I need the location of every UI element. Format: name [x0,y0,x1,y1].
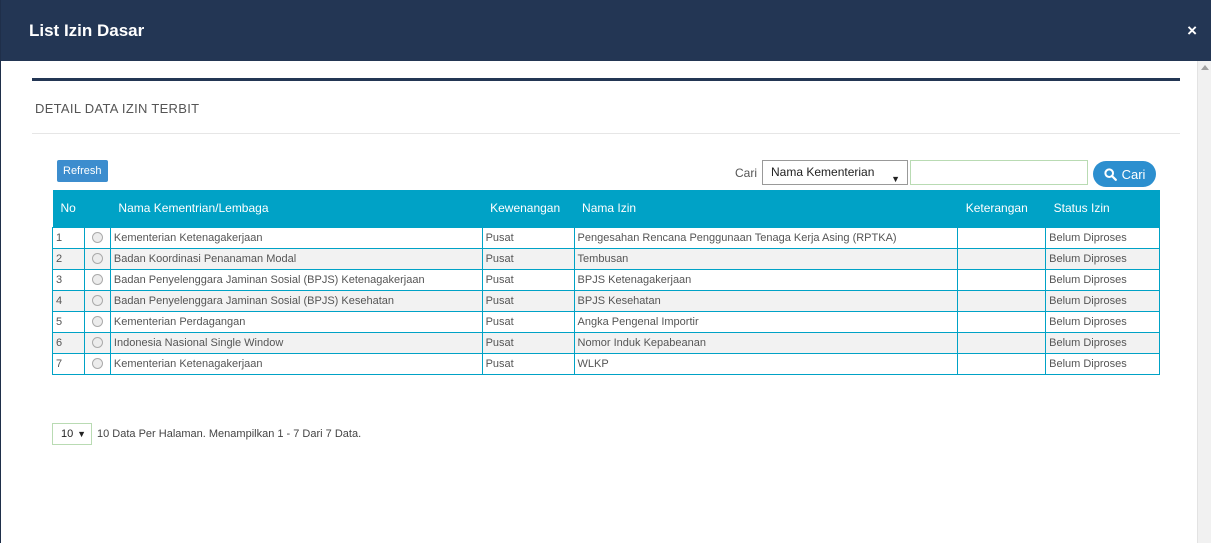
table-row[interactable]: 5 Kementerian Perdagangan Pusat Angka Penge… [52,310,1160,333]
row-authority: Pusat [481,352,575,375]
permit-table-container: No Nama Kementrian/Lembaga Kewenangan Na… [52,190,1160,375]
row-authority: Pusat [481,289,575,312]
row-select-radio[interactable] [83,226,111,249]
search-icon [1103,167,1117,181]
row-note [957,331,1047,354]
radio-button[interactable] [91,295,103,307]
row-status: Belum Diproses [1045,331,1160,354]
row-number: 1 [52,226,85,249]
row-status: Belum Diproses [1045,289,1160,312]
row-status: Belum Diproses [1045,352,1160,375]
row-select-radio[interactable] [83,247,111,270]
table-row[interactable]: 7 Kementerian Ketenagakerjaan Pusat WLKP Bel… [52,352,1160,375]
row-note [957,289,1047,312]
row-select-radio[interactable] [83,331,111,354]
row-select-radio[interactable] [83,268,111,291]
table-row[interactable]: 4 Badan Penyelenggara Jaminan Sosial (BPJ… [52,289,1160,312]
row-status: Belum Diproses [1045,226,1160,249]
radio-button[interactable] [91,358,103,370]
search-input[interactable] [910,160,1088,185]
column-header-agency[interactable]: Nama Kementrian/Lembaga [110,190,483,227]
row-permit-name: BPJS Ketenagakerjaan [573,268,959,291]
search-label: Cari [735,166,758,180]
row-agency-name: Kementerian Perdagangan [109,310,483,333]
row-agency-name: Badan Penyelenggara Jaminan Sosial (BPJS… [109,268,483,291]
search-field-select[interactable]: Nama Kementerian ▼ [762,160,908,185]
radio-button[interactable] [91,232,103,244]
row-agency-name: Badan Koordinasi Penanaman Modal [109,247,483,270]
radio-button[interactable] [91,316,103,328]
row-permit-name: Tembusan [573,247,959,270]
row-agency-name: Indonesia Nasional Single Window [109,331,483,354]
table-row[interactable]: 2 Badan Koordinasi Penanaman Modal Pusat Te… [52,247,1160,270]
row-number: 5 [52,310,85,333]
row-status: Belum Diproses [1045,310,1160,333]
row-authority: Pusat [481,268,575,291]
row-note [957,310,1047,333]
row-permit-name: Nomor Induk Kepabeanan [573,331,959,354]
row-permit-name: BPJS Kesehatan [573,289,959,312]
row-permit-name: Angka Pengenal Importir [573,310,959,333]
section-title: DETAIL DATA IZIN TERBIT [35,101,200,116]
row-select-radio[interactable] [83,289,111,312]
table-row[interactable]: 1 Kementerian Ketenagakerjaan Pusat Pengesa… [52,226,1160,249]
per-page-value: 10 [61,428,74,440]
table-row[interactable]: 6 Indonesia Nasional Single Window Pusat No… [52,331,1160,354]
row-number: 2 [52,247,85,270]
column-header-authority[interactable]: Kewenangan [482,190,575,227]
row-number: 6 [52,331,85,354]
row-number: 7 [52,352,85,375]
modal-header: List Izin Dasar × [1,0,1211,61]
row-select-radio[interactable] [83,352,111,375]
per-page-select[interactable]: 10 ▼ [52,423,92,445]
modal-title: List Izin Dasar [29,20,145,40]
row-agency-name: Badan Penyelenggara Jaminan Sosial (BPJS… [109,289,483,312]
refresh-button[interactable]: Refresh [57,160,108,182]
search-field-selected-value: Nama Kementerian [771,165,875,179]
permit-table: No Nama Kementrian/Lembaga Kewenangan Na… [52,190,1160,375]
row-note [957,226,1047,249]
radio-button[interactable] [91,274,103,286]
row-note [957,247,1047,270]
list-izin-dasar-modal: List Izin Dasar × DETAIL DATA IZIN TERBI… [0,0,1211,543]
row-status: Belum Diproses [1045,247,1160,270]
column-header-permit[interactable]: Nama Izin [574,190,958,227]
section-divider [32,133,1180,134]
row-number: 4 [52,289,85,312]
dropdown-arrow-icon: ▼ [77,429,86,439]
dropdown-arrow-icon: ▼ [891,174,900,184]
close-icon[interactable]: × [1187,22,1197,39]
row-permit-name: Pengesahan Rencana Penggunaan Tenaga Ker… [573,226,959,249]
row-note [957,352,1047,375]
vertical-scrollbar[interactable] [1197,61,1211,543]
radio-button[interactable] [91,337,103,349]
search-button-label: Cari [1121,166,1146,182]
row-authority: Pusat [481,331,575,354]
column-header-status[interactable]: Status Izin [1045,190,1160,227]
pagination-bar: 10 ▼ 10 Data Per Halaman. Menampilkan 1 … [52,423,361,445]
table-header-row: No Nama Kementrian/Lembaga Kewenangan Na… [52,190,1160,227]
header-divider [32,78,1180,81]
table-body: 1 Kementerian Ketenagakerjaan Pusat Pengesa… [52,226,1160,375]
row-authority: Pusat [481,310,575,333]
row-select-radio[interactable] [83,310,111,333]
column-header-no[interactable]: No [52,190,85,227]
row-permit-name: WLKP [573,352,959,375]
search-button[interactable]: Cari [1093,161,1156,187]
row-number: 3 [52,268,85,291]
column-header-note[interactable]: Keterangan [957,190,1046,227]
scroll-up-arrow-icon[interactable] [1201,65,1209,70]
row-agency-name: Kementerian Ketenagakerjaan [109,352,483,375]
row-agency-name: Kementerian Ketenagakerjaan [109,226,483,249]
radio-button[interactable] [91,253,103,265]
row-authority: Pusat [481,226,575,249]
row-authority: Pusat [481,247,575,270]
pagination-summary: 10 Data Per Halaman. Menampilkan 1 - 7 D… [97,428,362,440]
row-note [957,268,1047,291]
row-status: Belum Diproses [1045,268,1160,291]
table-row[interactable]: 3 Badan Penyelenggara Jaminan Sosial (BPJ… [52,268,1160,291]
column-header-select [84,190,111,227]
modal-body: DETAIL DATA IZIN TERBIT Refresh Cari Nam… [32,78,1180,445]
